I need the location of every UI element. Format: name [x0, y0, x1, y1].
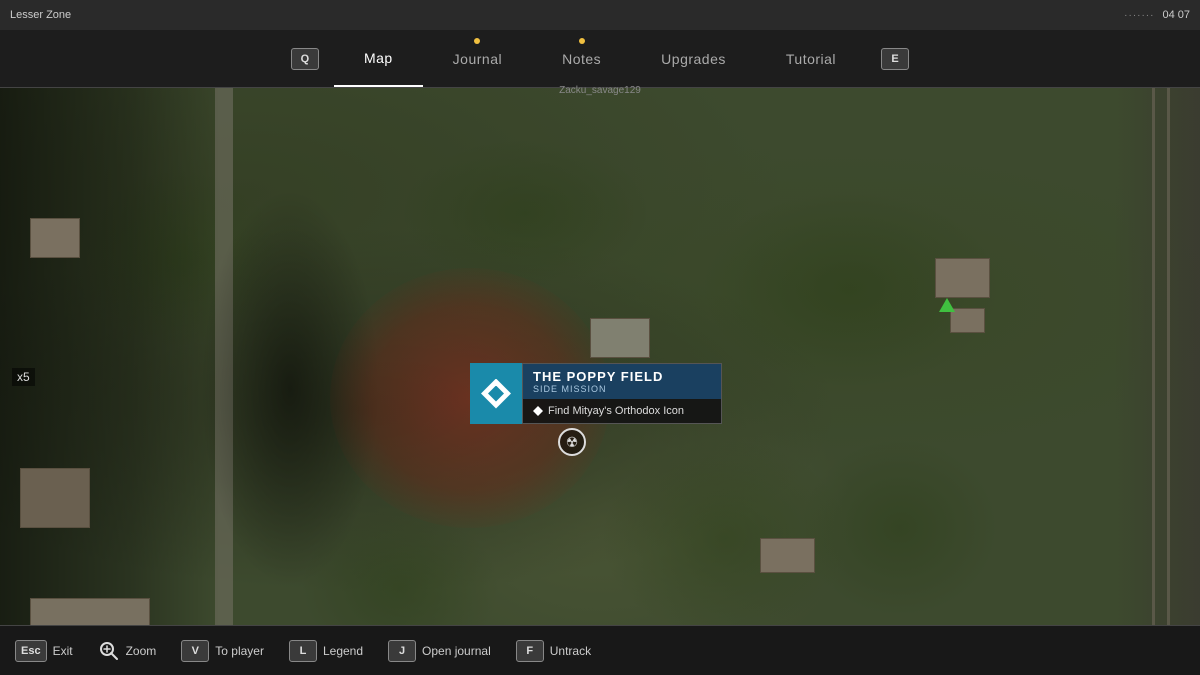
mission-type: SIDE MISSION	[533, 384, 711, 394]
action-legend[interactable]: L Legend	[289, 640, 363, 662]
clock: 04 07	[1162, 9, 1190, 21]
action-to-player[interactable]: V To player	[181, 640, 264, 662]
objective-marker[interactable]: ☢	[558, 428, 586, 456]
label-zoom: Zoom	[126, 644, 157, 658]
action-untrack[interactable]: F Untrack	[516, 640, 591, 662]
veg-patch	[800, 438, 1000, 618]
journal-dot	[474, 38, 480, 44]
tab-notes[interactable]: Notes	[532, 30, 631, 87]
key-l: L	[289, 640, 317, 662]
map-area[interactable]: x5 ☢ THE POPPY FIELD SIDE MISSION Find M…	[0, 88, 1200, 625]
building	[760, 538, 815, 573]
mission-icon-container	[470, 363, 522, 424]
label-untrack: Untrack	[550, 644, 591, 658]
bottom-bar: Esc Exit Zoom V To player L Legend J Ope…	[0, 625, 1200, 675]
building	[20, 468, 90, 528]
objective-marker-icon: ☢	[566, 434, 579, 451]
key-j: J	[388, 640, 416, 662]
nav-key-q[interactable]: Q	[291, 48, 319, 70]
action-exit[interactable]: Esc Exit	[15, 640, 73, 662]
mission-content: THE POPPY FIELD SIDE MISSION Find Mityay…	[522, 363, 722, 424]
mission-tooltip[interactable]: THE POPPY FIELD SIDE MISSION Find Mityay…	[470, 363, 722, 424]
mission-obj-diamond-icon	[533, 406, 543, 416]
building	[935, 258, 990, 298]
building	[950, 308, 985, 333]
action-open-journal[interactable]: J Open journal	[388, 640, 491, 662]
key-v: V	[181, 640, 209, 662]
key-f: F	[516, 640, 544, 662]
tab-upgrades[interactable]: Upgrades	[631, 30, 756, 87]
rail-line	[1167, 88, 1170, 625]
label-open-journal: Open journal	[422, 644, 491, 658]
mission-objective-text: Find Mityay's Orthodox Icon	[548, 405, 684, 417]
label-legend: Legend	[323, 644, 363, 658]
green-marker	[939, 298, 955, 312]
rail-line	[1152, 88, 1155, 625]
mission-diamond-inner	[488, 386, 504, 402]
tab-tutorial[interactable]: Tutorial	[756, 30, 866, 87]
fog-overlay	[0, 88, 220, 625]
zoom-indicator: x5	[12, 368, 35, 386]
nav-key-e[interactable]: E	[881, 48, 909, 70]
mission-diamond-icon	[481, 379, 511, 409]
tab-map[interactable]: Map	[334, 30, 423, 87]
top-bar: Lesser Zone ······· 04 07	[0, 0, 1200, 30]
building	[590, 318, 650, 358]
mission-objective: Find Mityay's Orthodox Icon	[523, 399, 721, 423]
top-bar-right: ······· 04 07	[1124, 9, 1190, 21]
username: Zacku_savage129	[559, 85, 641, 96]
label-exit: Exit	[53, 644, 73, 658]
building	[30, 218, 80, 258]
nav-bar: Q Map Journal Notes Upgrades Tutorial E …	[0, 30, 1200, 88]
zoom-icon	[98, 640, 120, 662]
notes-dot	[579, 38, 585, 44]
rail-overlay	[1115, 88, 1200, 625]
app-title: Lesser Zone	[10, 9, 71, 21]
label-to-player: To player	[215, 644, 264, 658]
tab-journal[interactable]: Journal	[423, 30, 532, 87]
action-zoom[interactable]: Zoom	[98, 640, 157, 662]
mission-header: THE POPPY FIELD SIDE MISSION	[523, 364, 721, 399]
veg-patch	[400, 138, 650, 288]
top-bar-dots: ·······	[1124, 10, 1154, 21]
mission-title: THE POPPY FIELD	[533, 369, 711, 384]
building	[30, 598, 150, 625]
key-esc: Esc	[15, 640, 47, 662]
